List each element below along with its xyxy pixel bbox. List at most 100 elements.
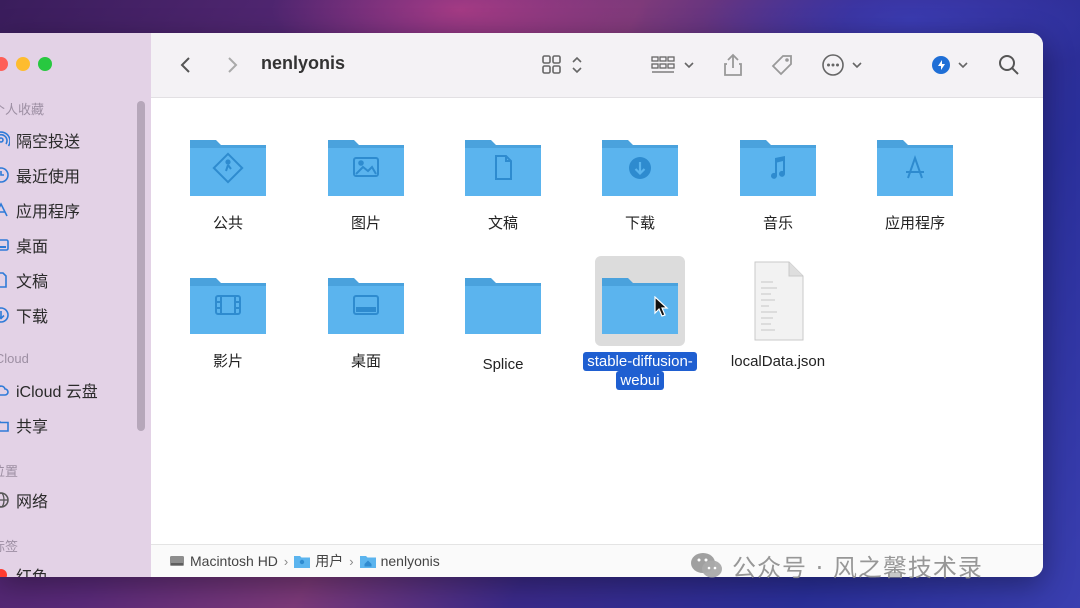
tag-icon: [771, 55, 792, 76]
mouse-cursor-icon: [654, 296, 669, 317]
sidebar-scrollbar[interactable]: [137, 101, 145, 431]
sidebar-section-favorites: 个人收藏: [0, 102, 45, 117]
downloads-folder-icon: [595, 118, 685, 208]
forward-button[interactable]: [221, 51, 243, 79]
view-mode-button[interactable]: [541, 51, 587, 79]
sidebar-item-recents[interactable]: 最近使用: [0, 163, 80, 187]
clock-icon: [0, 166, 10, 184]
hard-disk-icon: [170, 556, 184, 566]
sidebar-item-desktop[interactable]: 桌面: [0, 233, 48, 257]
folder-item-item-2[interactable]: 文稿: [438, 118, 568, 233]
item-label: 应用程序: [850, 214, 980, 233]
item-label: stable-diffusion-webui: [575, 352, 705, 390]
chevron-right-icon: ›: [283, 553, 289, 569]
share-icon: [724, 53, 742, 76]
item-label-text: 图片: [350, 215, 381, 232]
sidebar-item-label: 最近使用: [16, 169, 81, 186]
path-crumb-label: nenlyonis: [380, 553, 440, 569]
watermark-text: 公众号 · 风之馨技术录: [732, 554, 983, 582]
chevron-left-icon: [180, 57, 190, 73]
folder-item-item-3[interactable]: 下载: [575, 118, 705, 233]
home-folder-icon: [359, 556, 376, 568]
search-button[interactable]: [996, 51, 1022, 79]
item-label: 图片: [301, 214, 431, 233]
desktop-folder-icon: [321, 256, 411, 346]
music-folder-icon: [733, 118, 823, 208]
cloud-icon: [0, 381, 10, 399]
window-controls: [0, 57, 52, 71]
applications-icon: [0, 201, 10, 219]
search-icon: [999, 55, 1019, 75]
zoom-window-button[interactable]: [38, 57, 52, 71]
icon-grid-view-icon: [542, 55, 582, 74]
chevron-right-icon: [228, 57, 238, 73]
sidebar-item-airdrop[interactable]: 隔空投送: [0, 128, 80, 152]
path-crumb-users[interactable]: 用户: [294, 551, 343, 571]
sidebar-item-label: 应用程序: [16, 204, 81, 221]
desktop-icon: [0, 236, 10, 254]
sidebar-item-documents[interactable]: 文稿: [0, 268, 48, 292]
path-crumb-disk[interactable]: Macintosh HD: [169, 553, 278, 569]
sidebar-item-icloud-drive[interactable]: iCloud 云盘: [0, 378, 98, 402]
file-grid: 公共 图片 文稿 下载 音乐 应用程序 影片 桌面 Splice stable-…: [151, 98, 1043, 545]
sidebar: 个人收藏 隔空投送 最近使用 应用程序 桌面: [0, 33, 152, 577]
download-icon: [0, 306, 10, 324]
pictures-folder-icon: [321, 118, 411, 208]
close-window-button[interactable]: [0, 57, 8, 71]
sidebar-item-downloads[interactable]: 下载: [0, 303, 48, 327]
path-crumb-home[interactable]: nenlyonis: [359, 553, 440, 569]
folder-item-item-0[interactable]: 公共: [163, 118, 293, 233]
applications-folder-icon: [870, 118, 960, 208]
folder-item-splice[interactable]: Splice: [438, 256, 568, 374]
item-label-text: 公共: [212, 215, 243, 232]
item-label: localData.json: [713, 352, 843, 371]
tag-button[interactable]: [768, 51, 796, 79]
sidebar-item-network[interactable]: 网络: [0, 488, 48, 512]
watermark: 公众号 · 风之馨技术录: [690, 548, 983, 583]
chevron-right-icon: ›: [349, 553, 354, 569]
item-label-text: localData.json: [730, 353, 826, 370]
file-item-localdata-json[interactable]: localData.json: [713, 256, 843, 371]
item-label-text: 影片: [212, 353, 243, 370]
shared-folder-icon: [0, 416, 10, 434]
item-label-text: Splice: [482, 356, 524, 373]
sidebar-item-shared[interactable]: 共享: [0, 413, 48, 437]
item-label: 桌面: [301, 352, 431, 371]
folder-item-item-5[interactable]: 应用程序: [850, 118, 980, 233]
item-label-text: 桌面: [350, 353, 381, 370]
network-icon: [0, 491, 10, 509]
folder-item-stable-diffusion-webui[interactable]: stable-diffusion-webui: [575, 256, 705, 390]
item-label: 下载: [575, 214, 705, 233]
sidebar-item-applications[interactable]: 应用程序: [0, 198, 80, 222]
item-label: 公共: [163, 214, 293, 233]
folder-item-item-4[interactable]: 音乐: [713, 118, 843, 233]
item-label: 影片: [163, 352, 293, 371]
item-label-text: 音乐: [762, 215, 793, 232]
sidebar-item-label: 网络: [16, 494, 49, 511]
item-label-text: stable-diffusion-webui: [583, 352, 697, 390]
more-actions-button[interactable]: [821, 51, 867, 79]
document-icon: [0, 271, 10, 289]
item-label-text: 文稿: [487, 215, 518, 232]
window-title: nenlyonis: [261, 53, 346, 73]
sidebar-item-tag-red[interactable]: 红色: [0, 563, 48, 577]
item-label-text: 下载: [624, 215, 655, 232]
group-by-button[interactable]: [651, 51, 697, 79]
sidebar-section-locations: 位置: [0, 464, 19, 479]
back-button[interactable]: [175, 51, 197, 79]
folder-icon: [595, 256, 685, 346]
sidebar-item-label: 桌面: [16, 239, 49, 256]
extension-button[interactable]: [931, 51, 971, 79]
extension-badge-icon: [932, 56, 968, 74]
wechat-icon: [691, 552, 722, 577]
sidebar-item-label: 共享: [16, 419, 49, 436]
folder-item-item-6[interactable]: 影片: [163, 256, 293, 371]
toolbar: nenlyonis: [151, 33, 1043, 98]
folder-item-item-7[interactable]: 桌面: [301, 256, 431, 371]
share-button[interactable]: [721, 51, 745, 79]
item-label: 音乐: [713, 214, 843, 233]
folder-item-item-1[interactable]: 图片: [301, 118, 431, 233]
sidebar-section-tags: 标签: [0, 539, 19, 554]
sidebar-item-label: 文稿: [16, 274, 49, 291]
minimize-window-button[interactable]: [16, 57, 30, 71]
